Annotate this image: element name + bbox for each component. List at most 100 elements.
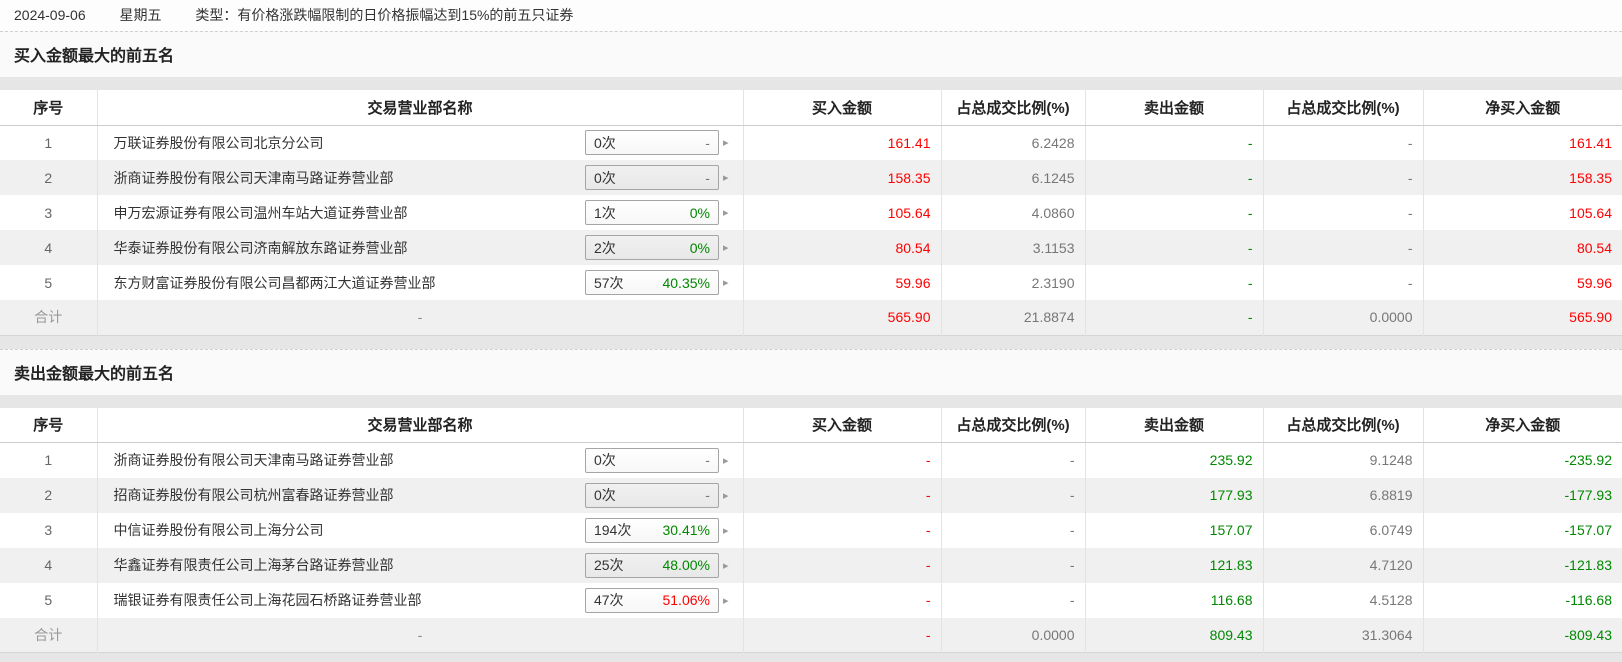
col-sell-amount: 卖出金额 — [1085, 90, 1264, 126]
branch-name: 浙商证券股份有限公司天津南马路证券营业部 — [113, 169, 394, 186]
sell-ratio-cell: - — [1263, 160, 1424, 195]
buy-amount-cell: - — [743, 442, 942, 478]
branch-cell: 东方财富证券股份有限公司昌都两江大道证券营业部 57次 40.35% ▸ — [97, 265, 744, 300]
branch-name: 东方财富证券股份有限公司昌都两江大道证券营业部 — [113, 274, 436, 291]
times-badge-box[interactable]: 194次 30.41% — [584, 517, 719, 543]
buy-ratio-cell: - — [941, 582, 1086, 618]
col-seq: 序号 — [0, 407, 98, 443]
branch-name: 招商证券股份有限公司杭州富春路证券营业部 — [113, 487, 394, 503]
col-branch-name: 交易营业部名称 — [97, 407, 744, 443]
table-row: 4 华泰证券股份有限公司济南解放东路证券营业部 2次 0% ▸ 80.54 3.1153- -… — [0, 230, 1622, 265]
net-buy-amount-cell: -809.43 — [1564, 626, 1612, 643]
buy-ratio-cell: 6.1245 — [941, 160, 1086, 195]
times-badge-box[interactable]: 25次 48.00% — [584, 552, 719, 578]
branch-cell-content: 申万宏源证券有限公司温州车站大道证券营业部 1次 0% ▸ — [98, 200, 743, 225]
branch-name: 万联证券股份有限公司北京分公司 — [113, 134, 324, 151]
seq-cell: 2 — [0, 160, 98, 195]
net-buy-amount-cell: -235.92 — [1564, 452, 1612, 469]
appearance-badge[interactable]: 0次 - ▸ — [584, 165, 729, 190]
weekday: 星期五 — [119, 7, 162, 23]
times-badge-box[interactable]: 57次 40.35% — [584, 270, 719, 295]
times-badge-box[interactable]: 1次 0% — [584, 200, 719, 225]
buy-ratio-cell: - — [941, 547, 1086, 583]
sell-amount-cell: 121.83 — [1085, 547, 1264, 583]
buy-amount-cell: - — [743, 547, 942, 583]
branch-cell-content: 华泰证券股份有限公司济南解放东路证券营业部 2次 0% ▸ — [98, 235, 743, 260]
sell-amount-cell: 809.43 — [1085, 617, 1264, 653]
appearance-badge[interactable]: 0次 - ▸ — [584, 130, 729, 156]
table-row: 1 万联证券股份有限公司北京分公司 0次 - ▸ 161.41 6.2428- -161.41 — [0, 125, 1622, 160]
buy-top5-table: 序号 交易营业部名称 买入金额 占总成交比例(%) 卖出金额 占总成交比例(%) 净买入金额… — [0, 90, 1622, 336]
sell-ratio-cell: - — [1263, 265, 1424, 300]
times-value: 0% — [689, 239, 710, 256]
appearance-badge[interactable]: 0次 - ▸ — [584, 447, 729, 473]
chevron-right-icon: ▸ — [722, 489, 729, 502]
seq-cell: 合计 — [0, 617, 98, 653]
type-label: 类型： — [195, 7, 238, 23]
times-badge-box[interactable]: 0次 - — [584, 482, 719, 508]
seq-cell: 5 — [0, 265, 98, 300]
times-badge-box[interactable]: 0次 - — [584, 447, 719, 473]
sell-amount-cell: - — [1085, 160, 1264, 195]
branch-cell-content: 华鑫证券有限责任公司上海茅台路证券营业部 25次 48.00% ▸ — [98, 552, 743, 578]
times-value: - — [705, 134, 710, 151]
times-value: - — [705, 452, 710, 469]
sell-amount-cell: - — [1085, 265, 1264, 300]
col-buy-amount: 买入金额 — [743, 407, 942, 443]
times-value: 48.00% — [662, 557, 710, 573]
sell-amount-cell: - — [1085, 300, 1264, 335]
branch-cell-content: 浙商证券股份有限公司天津南马路证券营业部 0次 - ▸ — [98, 447, 743, 473]
buy-amount-cell: - — [743, 477, 942, 513]
chevron-right-icon: ▸ — [722, 524, 729, 537]
buy-ratio-cell: 21.8874 — [941, 300, 1086, 335]
times-badge-box[interactable]: 0次 - — [584, 130, 719, 156]
buy-ratio-cell: 4.0860 — [941, 195, 1086, 230]
seq-cell: 3 — [0, 195, 98, 230]
branch-cell-content: - — [98, 627, 743, 643]
times-count: 0次 — [593, 134, 616, 151]
net-buy-amount-cell: 161.41 — [1569, 134, 1612, 151]
col-net-amount: 净买入金额 — [1423, 90, 1622, 126]
seq-cell: 4 — [0, 230, 98, 265]
sell-ratio-cell: 0.0000 — [1263, 300, 1424, 335]
times-badge-box[interactable]: 47次 51.06% — [584, 587, 719, 613]
seq-cell: 5 — [0, 582, 98, 618]
list-type: 类型：有价格涨跌幅限制的日价格振幅达到15%的前五只证券 — [195, 7, 573, 23]
branch-cell-content: 中信证券股份有限公司上海分公司 194次 30.41% ▸ — [98, 517, 743, 543]
times-count: 25次 — [593, 557, 624, 573]
times-count: 2次 — [593, 239, 616, 256]
branch-cell-content: 招商证券股份有限公司杭州富春路证券营业部 0次 - ▸ — [98, 482, 743, 508]
branch-cell: 万联证券股份有限公司北京分公司 0次 - ▸ — [97, 125, 744, 160]
appearance-badge[interactable]: 194次 30.41% ▸ — [584, 517, 729, 543]
times-count: 0次 — [593, 169, 616, 186]
buy-amount-cell: 158.35 — [743, 160, 942, 195]
times-badge-box[interactable]: 0次 - — [584, 165, 719, 190]
branch-cell: 瑞银证券有限责任公司上海花园石桥路证券营业部 47次 51.06% ▸ — [97, 582, 744, 618]
net-buy-amount-cell: -121.83 — [1564, 557, 1612, 573]
appearance-badge[interactable]: 25次 48.00% ▸ — [584, 552, 729, 578]
buy-amount-cell: 161.41 — [743, 125, 942, 160]
branch-cell: - — [97, 300, 744, 335]
appearance-badge[interactable]: 2次 0% ▸ — [584, 235, 729, 260]
sell-ratio-cell: 4.5128 — [1263, 582, 1424, 618]
chevron-right-icon: ▸ — [722, 172, 729, 184]
appearance-badge[interactable]: 0次 - ▸ — [584, 482, 729, 508]
times-badge-box[interactable]: 2次 0% — [584, 235, 719, 260]
buy-ratio-cell: - — [941, 477, 1086, 513]
times-value: 30.41% — [662, 522, 710, 538]
branch-name: 华泰证券股份有限公司济南解放东路证券营业部 — [113, 239, 408, 256]
appearance-badge[interactable]: 47次 51.06% ▸ — [584, 587, 729, 613]
seq-cell: 4 — [0, 547, 98, 583]
appearance-badge[interactable]: 57次 40.35% ▸ — [584, 270, 729, 295]
times-value: 0% — [689, 204, 710, 221]
appearance-badge[interactable]: 1次 0% ▸ — [584, 200, 729, 225]
buy-ratio-cell: - — [941, 512, 1086, 548]
col-sell-amount: 卖出金额 — [1085, 407, 1264, 443]
sell-ratio-cell: - — [1263, 125, 1424, 160]
chevron-right-icon: ▸ — [722, 454, 729, 467]
branch-cell: 华鑫证券有限责任公司上海茅台路证券营业部 25次 48.00% ▸ — [97, 547, 744, 583]
branch-name: 华鑫证券有限责任公司上海茅台路证券营业部 — [113, 557, 394, 573]
chevron-right-icon: ▸ — [722, 594, 729, 607]
branch-name: 浙商证券股份有限公司天津南马路证券营业部 — [113, 452, 394, 469]
branch-cell: 浙商证券股份有限公司天津南马路证券营业部 0次 - ▸ — [97, 160, 744, 195]
